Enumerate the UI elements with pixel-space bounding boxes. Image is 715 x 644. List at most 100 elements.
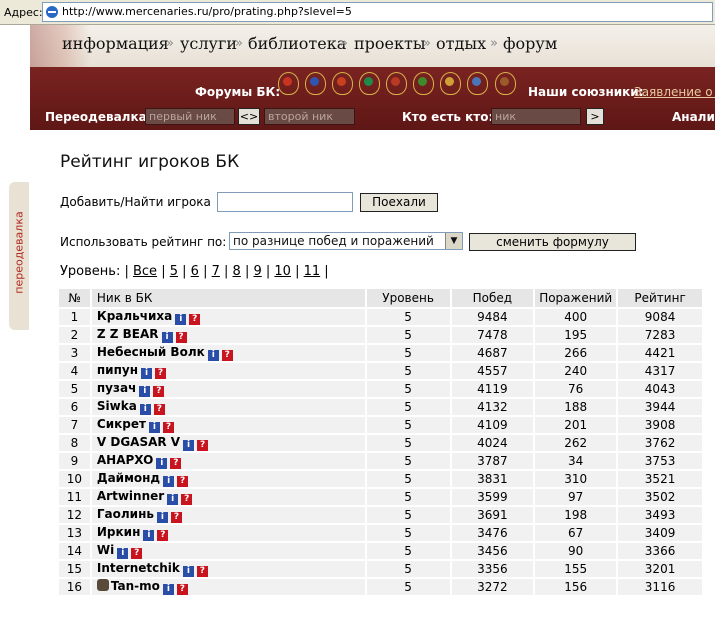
losses-cell: 310 bbox=[533, 469, 619, 489]
info-icon[interactable]: i bbox=[148, 422, 160, 433]
player-nick[interactable]: Иркин bbox=[97, 525, 140, 539]
ie-page-icon bbox=[46, 6, 58, 18]
change-formula-button[interactable]: сменить формулу bbox=[469, 233, 636, 251]
level-5-link[interactable]: 5 bbox=[170, 264, 178, 279]
player-nick[interactable]: V DGASAR V bbox=[97, 435, 180, 449]
info-icon[interactable]: i bbox=[139, 404, 151, 415]
forum-emblem-9[interactable] bbox=[494, 71, 516, 95]
question-icon[interactable]: ? bbox=[189, 314, 201, 325]
nav-forum[interactable]: форум bbox=[503, 34, 557, 53]
level-7-link[interactable]: 7 bbox=[212, 264, 220, 279]
player-nick[interactable]: Internetchik bbox=[97, 561, 180, 575]
level-8-link[interactable]: 8 bbox=[233, 264, 241, 279]
forum-emblem-3[interactable] bbox=[331, 71, 353, 95]
level-9-link[interactable]: 9 bbox=[253, 264, 261, 279]
question-icon[interactable]: ? bbox=[170, 458, 182, 469]
player-nick[interactable]: Tan-mo bbox=[111, 579, 160, 593]
info-icon[interactable]: i bbox=[156, 458, 168, 469]
level-6-link[interactable]: 6 bbox=[191, 264, 199, 279]
info-icon[interactable]: i bbox=[163, 476, 175, 487]
info-icon[interactable]: i bbox=[207, 350, 219, 361]
analysis-label[interactable]: Анализ bbox=[672, 110, 715, 124]
whois-go-button[interactable]: > bbox=[586, 108, 604, 125]
question-icon[interactable]: ? bbox=[176, 584, 188, 595]
url-field[interactable]: http://www.mercenaries.ru/pro/prating.ph… bbox=[42, 2, 713, 22]
nav-info[interactable]: информация bbox=[62, 34, 169, 53]
nav-leisure[interactable]: отдых bbox=[436, 34, 486, 53]
info-icon[interactable]: i bbox=[175, 314, 187, 325]
dressup-side-tab[interactable]: переодевалка bbox=[9, 182, 29, 330]
question-icon[interactable]: ? bbox=[197, 440, 209, 451]
level-11-link[interactable]: 11 bbox=[304, 264, 321, 279]
player-nick[interactable]: пипун bbox=[97, 363, 138, 377]
question-icon[interactable]: ? bbox=[170, 512, 182, 523]
player-nick[interactable]: Кральчиха bbox=[97, 309, 172, 323]
whois-nick-input[interactable]: ник bbox=[491, 108, 581, 125]
level-cell: 5 bbox=[364, 343, 452, 363]
go-button[interactable]: Поехали bbox=[360, 193, 438, 212]
second-nick-input[interactable]: второй ник bbox=[264, 108, 355, 125]
formula-select[interactable]: по разнице побед и поражений ▼ bbox=[229, 232, 463, 250]
forum-emblem-8[interactable] bbox=[466, 71, 488, 95]
level-cell: 5 bbox=[364, 379, 452, 399]
question-icon[interactable]: ? bbox=[177, 476, 189, 487]
question-icon[interactable]: ? bbox=[155, 368, 166, 379]
level-10-link[interactable]: 10 bbox=[274, 264, 291, 279]
info-icon[interactable]: i bbox=[182, 566, 194, 577]
nick-cell: Сикрет i? bbox=[89, 415, 367, 435]
nick-cell: Wi i? bbox=[89, 541, 367, 561]
player-nick[interactable]: AHAPXO bbox=[97, 453, 153, 467]
player-nick[interactable]: Siwka bbox=[97, 399, 137, 413]
question-icon[interactable]: ? bbox=[196, 566, 208, 577]
player-nick[interactable]: пузач bbox=[97, 381, 136, 395]
question-icon[interactable]: ? bbox=[153, 404, 165, 415]
col-nick-header: Ник в БК bbox=[89, 287, 367, 309]
forum-emblem-5[interactable] bbox=[385, 71, 407, 95]
nav-projects[interactable]: проекты bbox=[354, 34, 426, 53]
player-nick[interactable]: Сикрет bbox=[97, 417, 146, 431]
forum-emblem-6[interactable] bbox=[412, 71, 434, 95]
info-icon[interactable]: i bbox=[162, 584, 174, 595]
forum-emblem-2[interactable] bbox=[304, 71, 326, 95]
info-icon[interactable]: i bbox=[161, 332, 173, 343]
player-nick[interactable]: Небесный Волк bbox=[97, 345, 205, 359]
question-icon[interactable]: ? bbox=[157, 530, 169, 541]
losses-cell: 155 bbox=[533, 559, 619, 579]
level-cell: 5 bbox=[364, 397, 452, 417]
first-nick-input[interactable]: первый ник bbox=[145, 108, 235, 125]
wins-cell: 3356 bbox=[449, 559, 536, 579]
rank-cell: 10 bbox=[57, 469, 92, 489]
info-icon[interactable]: i bbox=[141, 368, 152, 379]
question-icon[interactable]: ? bbox=[221, 350, 233, 361]
question-icon[interactable]: ? bbox=[175, 332, 187, 343]
losses-cell: 76 bbox=[533, 379, 619, 399]
nav-services[interactable]: услуги bbox=[180, 34, 237, 53]
forum-emblem-1[interactable] bbox=[277, 71, 299, 95]
question-icon[interactable]: ? bbox=[162, 422, 174, 433]
info-icon[interactable]: i bbox=[143, 530, 155, 541]
player-nick[interactable]: Artwinner bbox=[97, 489, 164, 503]
forum-emblem-4[interactable] bbox=[358, 71, 380, 95]
nav-library[interactable]: библиотека bbox=[248, 34, 346, 53]
clan-emblem-icon bbox=[472, 77, 481, 86]
allies-link[interactable]: Заявление о с bbox=[634, 85, 715, 99]
player-nick[interactable]: Даймонд bbox=[97, 471, 160, 485]
rank-cell: 7 bbox=[57, 415, 92, 435]
info-icon[interactable]: i bbox=[156, 512, 168, 523]
info-icon[interactable]: i bbox=[167, 494, 179, 505]
player-search-input[interactable] bbox=[217, 192, 353, 212]
info-icon[interactable]: i bbox=[117, 548, 129, 559]
swap-button[interactable]: <> bbox=[238, 108, 260, 125]
question-icon[interactable]: ? bbox=[131, 548, 143, 559]
player-nick[interactable]: Гаолинь bbox=[97, 507, 154, 521]
rating-cell: 3753 bbox=[616, 451, 704, 471]
player-nick[interactable]: Z Z BEAR bbox=[97, 327, 159, 341]
info-icon[interactable]: i bbox=[139, 386, 151, 397]
forum-emblem-7[interactable] bbox=[439, 71, 461, 95]
chevron-down-icon[interactable]: ▼ bbox=[445, 233, 462, 249]
question-icon[interactable]: ? bbox=[181, 494, 193, 505]
question-icon[interactable]: ? bbox=[153, 386, 165, 397]
info-icon[interactable]: i bbox=[183, 440, 195, 451]
level-all-link[interactable]: Все bbox=[133, 264, 157, 279]
player-nick[interactable]: Wi bbox=[97, 543, 114, 557]
